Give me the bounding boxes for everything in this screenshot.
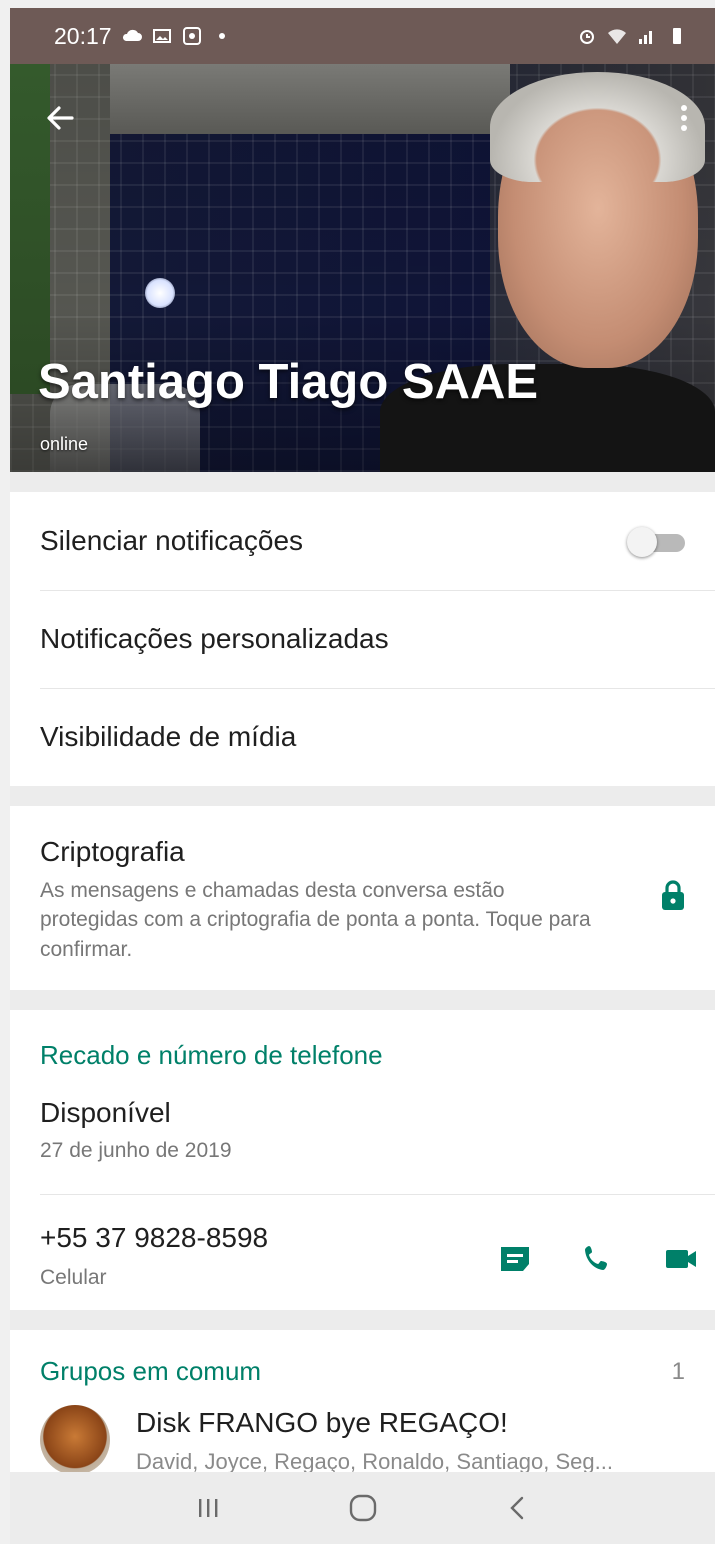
status-bar: 20:17 xyxy=(10,8,715,64)
common-groups-count: 1 xyxy=(671,1357,685,1385)
status-time: 20:17 xyxy=(54,22,112,49)
mute-notifications-row[interactable]: Silenciar notificações xyxy=(10,492,715,590)
mute-notifications-label: Silenciar notificações xyxy=(40,525,304,556)
group-avatar xyxy=(40,1405,110,1475)
system-navigation-bar xyxy=(10,1472,715,1544)
back-button[interactable] xyxy=(498,1488,538,1528)
encryption-title: Criptografia xyxy=(40,836,185,867)
phone-icon[interactable] xyxy=(582,1244,616,1274)
chevron-left-icon xyxy=(509,1496,523,1520)
about-status[interactable]: Recado e número de telefone Disponível 2… xyxy=(10,1010,715,1194)
presence-status: online xyxy=(40,434,89,454)
recent-apps-icon xyxy=(198,1499,217,1517)
encryption-row[interactable]: Criptografia As mensagens e chamadas des… xyxy=(10,806,715,990)
video-icon[interactable] xyxy=(664,1244,698,1274)
mute-toggle[interactable] xyxy=(627,527,685,557)
custom-notifications-label: Notificações personalizadas xyxy=(40,623,389,654)
lock-icon xyxy=(662,880,684,910)
arrow-left-icon[interactable] xyxy=(42,100,78,136)
profile-photo-header[interactable]: Santiago Tiago SAAE online xyxy=(10,64,715,472)
common-groups-title: Grupos em comum xyxy=(40,1356,262,1386)
about-section-title: Recado e número de telefone xyxy=(40,1040,383,1070)
notification-settings-card: Silenciar notificações Notificações pers… xyxy=(10,492,715,786)
media-visibility-row[interactable]: Visibilidade de mídia xyxy=(10,688,715,786)
cloud-icon xyxy=(122,29,142,41)
recent-apps-button[interactable] xyxy=(188,1488,228,1528)
home-button[interactable] xyxy=(343,1488,383,1528)
about-text: Disponível xyxy=(40,1097,171,1128)
signal-icon xyxy=(639,31,652,44)
image-icon xyxy=(152,29,171,43)
media-visibility-label: Visibilidade de mídia xyxy=(40,721,297,752)
home-icon xyxy=(349,1494,376,1522)
more-vertical-icon[interactable] xyxy=(674,100,694,136)
contact-info-screen: 20:17 Santiago Tiago SAAE online Silenci… xyxy=(10,8,715,1544)
battery-icon xyxy=(673,28,681,44)
phone-number-row[interactable]: +55 37 9828-8598 Celular xyxy=(10,1194,715,1312)
app-notification-icon xyxy=(182,27,201,45)
alarm-icon xyxy=(580,30,594,44)
message-icon[interactable] xyxy=(498,1244,532,1274)
about-and-phone-card: Recado e número de telefone Disponível 2… xyxy=(10,1010,715,1310)
about-date: 27 de junho de 2019 xyxy=(40,1139,232,1162)
contact-name: Santiago Tiago SAAE xyxy=(38,355,539,409)
custom-notifications-row[interactable]: Notificações personalizadas xyxy=(10,590,715,688)
encryption-description: As mensagens e chamadas desta conversa e… xyxy=(40,879,591,961)
group-name: Disk FRANGO bye REGAÇO! xyxy=(136,1407,508,1438)
wifi-icon xyxy=(608,29,626,44)
dot-icon xyxy=(218,33,225,39)
